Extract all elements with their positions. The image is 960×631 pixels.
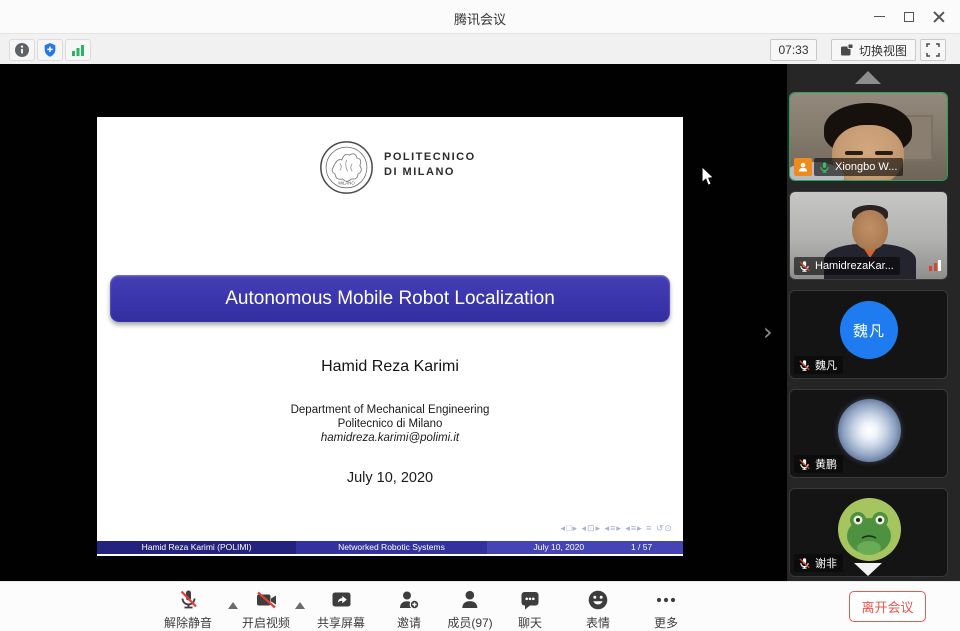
shield-icon bbox=[42, 42, 58, 58]
more-label: 更多 bbox=[654, 614, 678, 631]
emoji-icon bbox=[586, 588, 611, 612]
footer-right: July 10, 2020 1 / 57 bbox=[487, 541, 683, 554]
switch-view-button[interactable]: 切换视图 bbox=[831, 39, 916, 61]
university-name: POLITECNICO DI MILANO bbox=[384, 150, 476, 180]
footer-course: Networked Robotic Systems bbox=[296, 541, 486, 554]
slide-footer: Hamid Reza Karimi (POLIMI) Networked Rob… bbox=[97, 541, 683, 554]
switch-view-label: 切换视图 bbox=[859, 42, 907, 59]
emoji-button[interactable]: 表情 bbox=[586, 588, 611, 631]
leave-meeting-button[interactable]: 离开会议 bbox=[849, 591, 926, 622]
unmute-label: 解除静音 bbox=[164, 614, 212, 631]
fullscreen-button[interactable] bbox=[920, 39, 946, 61]
invite-label: 邀请 bbox=[397, 614, 421, 631]
participant-name: Xiongbo W... bbox=[835, 161, 897, 173]
scroll-up-arrow[interactable] bbox=[855, 71, 881, 84]
start-video-button[interactable]: 开启视频 bbox=[242, 588, 290, 631]
slide-email: hamidreza.karimi@polimi.it bbox=[97, 432, 683, 444]
footer-page-number: 1 / 57 bbox=[631, 541, 683, 554]
participant-name: HamidrezaKar... bbox=[815, 260, 894, 272]
mic-muted-icon bbox=[175, 588, 200, 612]
slide-title-banner: Autonomous Mobile Robot Localization bbox=[110, 275, 670, 322]
start-video-label: 开启视频 bbox=[242, 614, 290, 631]
mouse-cursor bbox=[700, 167, 716, 187]
top-toolbar: 07:33 切换视图 bbox=[0, 33, 960, 64]
unmute-button[interactable]: 解除静音 bbox=[164, 588, 212, 631]
bottom-toolbar: 解除静音 开启视频 共享屏幕 邀 bbox=[0, 581, 960, 631]
host-badge-icon bbox=[794, 158, 812, 176]
more-button[interactable]: 更多 bbox=[654, 588, 679, 631]
svg-text:MILANO: MILANO bbox=[338, 181, 355, 186]
mic-muted-icon bbox=[798, 557, 811, 570]
meeting-timer: 07:33 bbox=[770, 39, 817, 61]
security-button[interactable] bbox=[37, 39, 63, 61]
slide-title: Autonomous Mobile Robot Localization bbox=[225, 288, 555, 310]
members-label: 成员(97) bbox=[447, 614, 492, 631]
weak-network-icon bbox=[929, 260, 941, 271]
frog-icon bbox=[838, 498, 901, 561]
participant-tile-weifan[interactable]: 魏凡 魏凡 bbox=[789, 290, 948, 379]
close-button[interactable] bbox=[924, 4, 954, 30]
video-options-caret[interactable] bbox=[295, 602, 305, 609]
polimi-seal-icon: MILANO bbox=[318, 139, 375, 196]
avatar bbox=[838, 498, 901, 561]
share-screen-label: 共享屏幕 bbox=[317, 614, 365, 631]
close-icon bbox=[933, 11, 945, 23]
minimize-icon bbox=[874, 16, 885, 17]
invite-button[interactable]: 邀请 bbox=[397, 588, 422, 631]
members-button[interactable]: 成员(97) bbox=[447, 588, 492, 631]
invite-icon bbox=[397, 588, 422, 612]
participant-tile-huangpeng[interactable]: 黄鹏 bbox=[789, 389, 948, 478]
footer-date: July 10, 2020 bbox=[487, 541, 631, 554]
video-stage: MILANO POLITECNICO DI MILANO Autonomous … bbox=[0, 64, 960, 581]
slide-author: Hamid Reza Karimi bbox=[97, 358, 683, 376]
footer-author: Hamid Reza Karimi (POLIMI) bbox=[97, 541, 296, 554]
shared-screen-slide: MILANO POLITECNICO DI MILANO Autonomous … bbox=[97, 117, 683, 556]
members-icon bbox=[458, 588, 483, 612]
more-icon bbox=[654, 588, 679, 612]
camera-off-icon bbox=[253, 588, 278, 612]
participant-name: 魏凡 bbox=[815, 357, 837, 373]
slide-institution: Politecnico di Milano bbox=[97, 418, 683, 430]
minimize-button[interactable] bbox=[864, 4, 894, 30]
emoji-label: 表情 bbox=[586, 614, 610, 631]
slide-department: Department of Mechanical Engineering bbox=[97, 404, 683, 416]
titlebar: 腾讯会议 bbox=[0, 0, 960, 33]
mic-options-caret[interactable] bbox=[228, 602, 238, 609]
network-status-button[interactable] bbox=[65, 39, 91, 61]
avatar: 魏凡 bbox=[840, 301, 898, 359]
participant-tile-hamidreza[interactable]: HamidrezaKar... bbox=[789, 191, 948, 280]
scroll-down-arrow[interactable] bbox=[854, 563, 882, 576]
maximize-button[interactable] bbox=[894, 4, 924, 30]
chevron-right-icon[interactable]: › bbox=[763, 318, 773, 346]
chat-button[interactable]: 聊天 bbox=[518, 588, 543, 631]
participant-name: 谢非 bbox=[815, 555, 837, 571]
maximize-icon bbox=[904, 12, 914, 22]
share-screen-icon bbox=[328, 588, 353, 612]
network-signal-icon bbox=[70, 42, 86, 58]
participant-name: 黄鹏 bbox=[815, 456, 837, 472]
beamer-nav-symbols: ◂□▸ ◂⊡▸ ◂≡▸ ◂≡▸ ≡ ↺⊙ bbox=[561, 523, 673, 534]
participant-tile-xiongbo[interactable]: Xiongbo W... bbox=[789, 92, 948, 181]
chat-label: 聊天 bbox=[518, 614, 542, 631]
share-screen-button[interactable]: 共享屏幕 bbox=[317, 588, 365, 631]
window-controls bbox=[864, 0, 954, 33]
mic-muted-icon bbox=[798, 359, 811, 372]
meeting-info-button[interactable] bbox=[9, 39, 35, 61]
fullscreen-icon bbox=[926, 43, 940, 57]
university-logo: MILANO POLITECNICO DI MILANO bbox=[97, 139, 683, 199]
info-icon bbox=[14, 42, 30, 58]
mic-muted-icon bbox=[798, 458, 811, 471]
switch-view-icon bbox=[840, 43, 854, 57]
window-title: 腾讯会议 bbox=[0, 9, 960, 28]
avatar bbox=[838, 399, 901, 462]
slide-date: July 10, 2020 bbox=[97, 470, 683, 486]
chat-icon bbox=[518, 588, 543, 612]
meeting-window: 腾讯会议 07:33 bbox=[0, 0, 960, 631]
participants-sidebar: Xiongbo W... bbox=[787, 64, 960, 581]
mic-on-icon bbox=[818, 161, 831, 174]
mic-muted-icon bbox=[798, 260, 811, 273]
